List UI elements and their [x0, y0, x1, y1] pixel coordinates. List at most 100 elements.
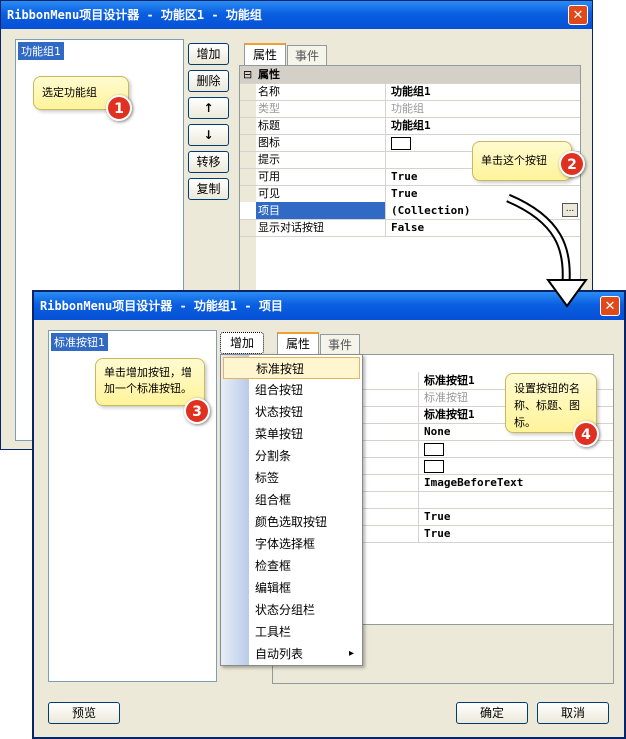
window2-tab-events[interactable]: 事件	[320, 334, 360, 354]
window1-tab-events[interactable]: 事件	[287, 45, 327, 65]
menu-item[interactable]: 工具栏	[249, 621, 360, 643]
property-name: 图标	[256, 134, 386, 151]
property-value	[388, 151, 391, 168]
property-value: 标准按钮1	[424, 408, 475, 421]
property-name: 类型	[256, 100, 386, 117]
window2-close-button[interactable]: ✕	[600, 296, 620, 316]
property-value: True	[424, 527, 451, 540]
cancel-button[interactable]: 取消	[537, 702, 609, 724]
callout-4-text: 设置按钮的名称、标题、图标。	[514, 382, 580, 429]
property-value: True	[424, 510, 451, 523]
add-item-menu: 标准按钮组合按钮状态按钮菜单按钮分割条标签组合框颜色选取按钮 字体选择框检查框编辑…	[220, 354, 363, 666]
window1-delete-button[interactable]: 删除	[188, 70, 229, 92]
callout-2-text: 单击这个按钮	[481, 154, 547, 167]
menu-item-label: 菜单按钮	[255, 427, 304, 441]
menu-item[interactable]: 菜单按钮	[249, 423, 360, 445]
transfer-button[interactable]: 转移	[188, 151, 229, 173]
property-value: 标准按钮	[424, 391, 468, 404]
menu-item[interactable]: 标准按钮	[223, 357, 360, 379]
list-item-standard-button1[interactable]: 标准按钮1	[51, 333, 108, 351]
menu-item-label: 组合框	[255, 493, 292, 507]
callout-1-number-badge: 1	[106, 95, 132, 121]
property-value: 功能组1	[391, 119, 431, 132]
property-value: None	[424, 425, 451, 438]
menu-item-label: 状态按钮	[255, 405, 304, 419]
copy-button[interactable]: 复制	[188, 178, 229, 200]
menu-item-label: 工具栏	[255, 625, 292, 639]
property-row[interactable]: 标题 功能组1	[240, 117, 580, 135]
menu-item[interactable]: 标签	[249, 467, 360, 489]
property-value: (Collection)	[391, 204, 471, 217]
property-name: 提示	[256, 151, 386, 168]
window2-titlebar[interactable]: RibbonMenu项目设计器 - 功能组1 - 项目	[34, 292, 624, 320]
menu-item-label: 字体选择框	[255, 537, 316, 551]
window1-title: RibbonMenu项目设计器 - 功能区1 - 功能组	[7, 8, 262, 22]
callout-4-number-badge: 4	[573, 421, 599, 447]
menu-item[interactable]: 状态按钮	[249, 401, 360, 423]
menu-item[interactable]: 字体选择框	[249, 533, 360, 555]
collection-ellipsis-button[interactable]: ...	[562, 203, 578, 217]
menu-item[interactable]: 组合按钮	[249, 379, 360, 401]
submenu-arrow-icon: ▸	[348, 648, 354, 659]
property-name: 项目	[256, 202, 386, 219]
icon-preview-swatch	[424, 442, 444, 456]
menu-item[interactable]: 分割条	[249, 445, 360, 467]
menu-item[interactable]: 编辑框	[249, 577, 360, 599]
menu-item-label: 状态分组栏	[255, 603, 316, 617]
menu-item-label: 分割条	[255, 449, 292, 463]
menu-item-label: 检查框	[255, 559, 292, 573]
property-value: ImageBeforeText	[424, 476, 524, 489]
property-name: 可见	[256, 185, 386, 202]
callout-2: 单击这个按钮	[472, 141, 572, 181]
callout-3-number-badge: 3	[184, 398, 210, 424]
callout-1-text: 选定功能组	[42, 86, 97, 99]
menu-item-label: 标签	[255, 471, 280, 485]
property-row[interactable]: 可见 True	[240, 185, 580, 203]
close-icon: ✕	[572, 8, 584, 23]
property-row[interactable]: 项目 (Collection)...	[240, 202, 580, 220]
menu-item[interactable]: 检查框	[249, 555, 360, 577]
menu-item-label: 自动列表	[255, 647, 304, 661]
callout-3-text: 单击增加按钮，增加一个标准按钮。	[104, 366, 192, 395]
icon-swatch	[388, 134, 411, 151]
preview-button[interactable]: 预览	[48, 702, 120, 724]
category-label: 属性	[258, 68, 280, 81]
property-name: 标题	[256, 117, 386, 134]
ok-button[interactable]: 确定	[456, 702, 528, 724]
property-value: False	[391, 221, 425, 234]
menu-item[interactable]: 颜色选取按钮	[249, 511, 360, 533]
menu-item-label: 组合按钮	[255, 383, 304, 397]
list-item-group1[interactable]: 功能组1	[18, 42, 64, 60]
window2-title: RibbonMenu项目设计器 - 功能组1 - 项目	[40, 299, 283, 313]
property-value: True	[391, 170, 418, 183]
property-name: 名称	[256, 83, 386, 100]
close-icon: ✕	[604, 299, 616, 314]
icon-swatch	[421, 457, 444, 474]
menu-item-label: 颜色选取按钮	[255, 515, 328, 529]
property-name: 显示对话按钮	[256, 219, 386, 236]
window1-close-button[interactable]: ✕	[568, 5, 588, 25]
icon-preview-swatch	[424, 459, 444, 473]
menu-item[interactable]: 自动列表 ▸	[249, 643, 360, 665]
property-row[interactable]: 显示对话按钮 False	[240, 219, 580, 237]
callout-2-number-badge: 2	[559, 151, 585, 177]
callout-3: 单击增加按钮，增加一个标准按钮。	[95, 358, 205, 406]
menu-item-label: 编辑框	[255, 581, 292, 595]
move-down-button[interactable]: ↓	[188, 124, 229, 146]
window1-tab-properties[interactable]: 属性	[244, 43, 286, 65]
window2-add-button[interactable]: 增加	[220, 332, 264, 354]
window1-add-button[interactable]: 增加	[188, 43, 229, 65]
property-value: 功能组	[391, 102, 424, 115]
move-up-button[interactable]: ↑	[188, 97, 229, 119]
icon-preview-swatch	[391, 136, 411, 150]
window2-tab-properties[interactable]: 属性	[277, 332, 319, 354]
property-value	[421, 491, 424, 508]
property-category-header[interactable]: ⊟ 属性	[240, 66, 580, 84]
collapse-icon[interactable]: ⊟	[243, 66, 252, 83]
menu-item[interactable]: 状态分组栏	[249, 599, 360, 621]
property-value: 标准按钮1	[424, 374, 475, 387]
window1-titlebar[interactable]: RibbonMenu项目设计器 - 功能区1 - 功能组	[1, 1, 592, 29]
menu-item[interactable]: 组合框	[249, 489, 360, 511]
property-row[interactable]: 类型 功能组	[240, 100, 580, 118]
property-row[interactable]: 名称 功能组1	[240, 83, 580, 101]
